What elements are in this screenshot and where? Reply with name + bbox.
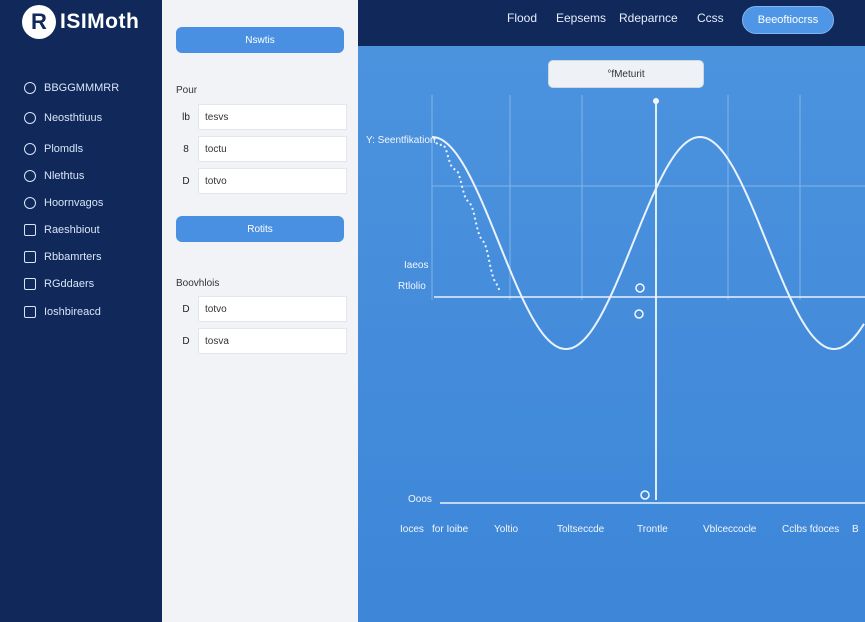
curve-label: Y: Seentfikation bbox=[366, 135, 436, 146]
x-tick-label: Toltseccde bbox=[557, 524, 605, 535]
x-tick-label: Trontle bbox=[637, 524, 668, 535]
x-tick-label: for Ioibe bbox=[432, 524, 469, 535]
grid-lines bbox=[431, 95, 865, 300]
x-tick-labels: Ioces for Ioibe Yoltio Toltseccde Trontl… bbox=[400, 524, 859, 535]
marker-point[interactable] bbox=[634, 309, 644, 319]
marker-point[interactable] bbox=[640, 490, 650, 500]
x-tick-label: Vblceccocle bbox=[703, 524, 757, 535]
x-tick-label: Cclbs fdoces bbox=[782, 524, 839, 535]
axis-label: Iaeos bbox=[404, 260, 428, 271]
dotted-curve bbox=[433, 137, 501, 293]
x-tick-label: Ioces bbox=[400, 524, 424, 535]
cursor-handle[interactable] bbox=[653, 98, 659, 104]
x-tick-label: Yoltio bbox=[494, 524, 519, 535]
x-tick-label: B bbox=[852, 524, 859, 535]
bottom-axis-label: Ooos bbox=[408, 494, 432, 505]
marker-point[interactable] bbox=[635, 283, 645, 293]
axis-label: Rtlolio bbox=[398, 281, 426, 292]
plot-canvas[interactable]: Y: Seentfikation Iaeos Rtlolio Ooos Ioce… bbox=[0, 0, 865, 622]
sine-curve bbox=[431, 135, 865, 351]
plot-title-box[interactable]: °fMeturit bbox=[548, 60, 704, 88]
